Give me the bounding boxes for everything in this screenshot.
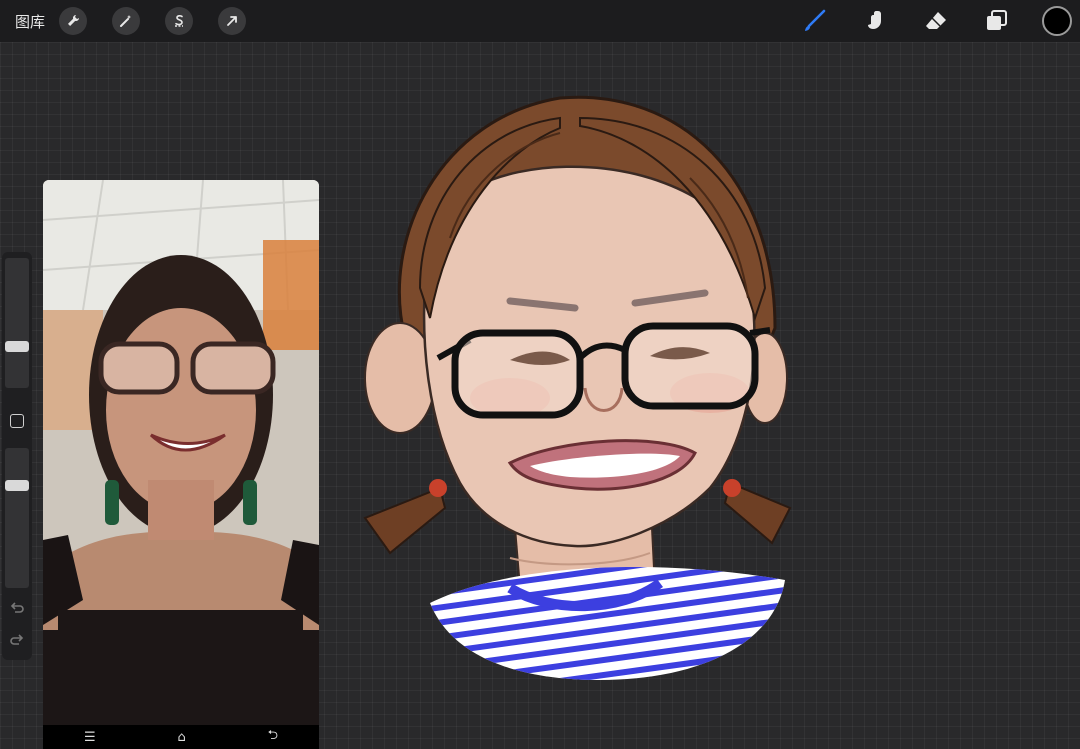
opacity-thumb[interactable] [5, 480, 29, 492]
arrow-cursor-icon [227, 16, 237, 26]
layers-icon [987, 10, 1007, 30]
magic-wand-icon [120, 15, 132, 27]
reference-photo-image [43, 180, 319, 725]
transform-button[interactable] [218, 7, 247, 35]
adjustments-button[interactable] [112, 7, 141, 35]
undo-icon[interactable] [8, 600, 26, 618]
brush-icon [805, 9, 826, 31]
right-tool-group [769, 0, 1072, 42]
brush-size-thumb[interactable] [5, 341, 29, 353]
layers-button[interactable] [981, 5, 1013, 37]
brush-tool-button[interactable] [798, 5, 830, 37]
reference-nav-bar: ☰ ⌂ ⮌ [43, 725, 319, 749]
modify-button[interactable] [10, 414, 24, 428]
actions-button[interactable] [59, 7, 88, 35]
caricature-artwork [363, 95, 792, 680]
selection-button[interactable] [165, 7, 194, 35]
opacity-slider[interactable] [5, 448, 29, 588]
selection-s-icon [175, 15, 184, 27]
top-toolbar: 图库 [0, 0, 1080, 42]
eraser-icon [926, 12, 946, 29]
reference-photo[interactable]: ☰ ⌂ ⮌ [43, 180, 319, 749]
redo-icon[interactable] [8, 632, 26, 650]
back-nav-button[interactable]: ⮌ [268, 726, 278, 748]
sidebar [2, 252, 32, 660]
home-nav-button[interactable]: ⌂ [177, 730, 185, 745]
brush-size-slider[interactable] [5, 258, 29, 388]
menu-nav-button[interactable]: ☰ [84, 730, 96, 745]
color-picker-swatch[interactable] [1042, 6, 1072, 36]
eraser-tool-button[interactable] [920, 5, 952, 37]
smudge-tool-button[interactable] [859, 5, 891, 37]
smudge-icon [868, 11, 881, 29]
gallery-button[interactable]: 图库 [15, 11, 45, 32]
wrench-icon [68, 14, 80, 26]
